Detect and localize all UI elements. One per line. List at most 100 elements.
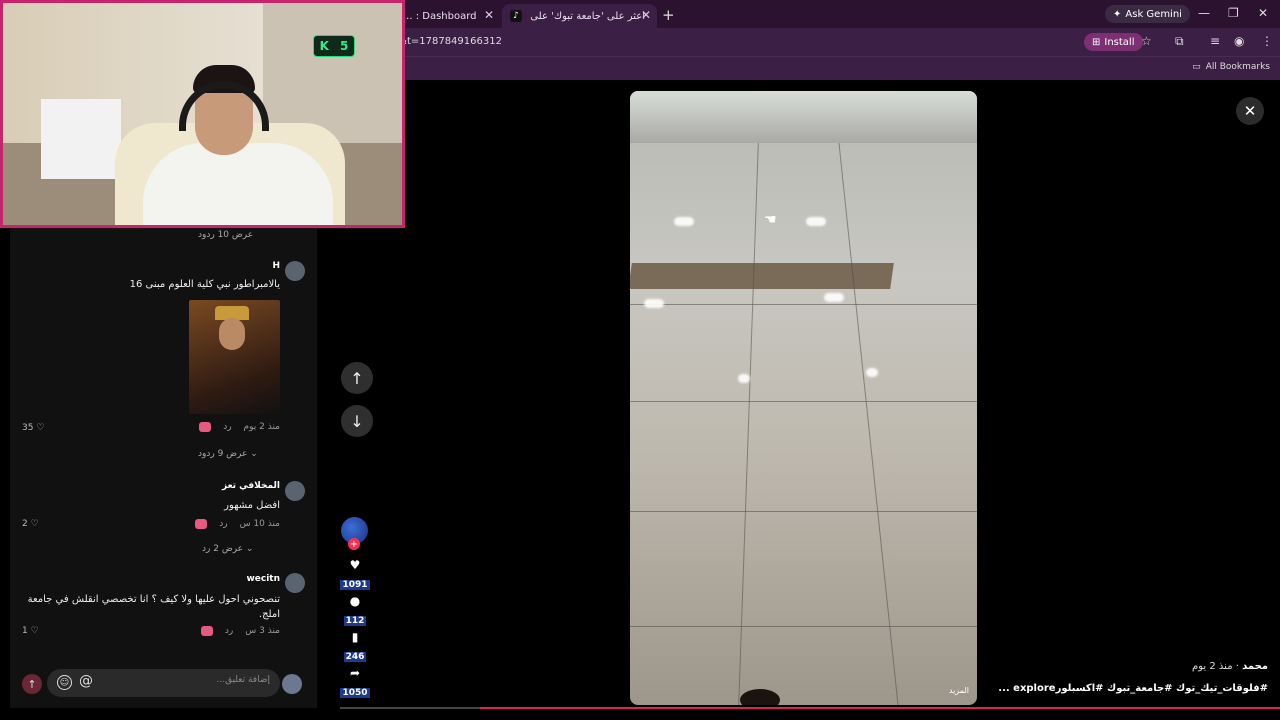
heart-outline-icon: ♡	[30, 626, 39, 636]
comment-count: 112	[343, 616, 367, 626]
video-ceiling-area	[630, 91, 977, 143]
share-count: 1050	[340, 688, 370, 698]
view-replies-label: عرض 2 رد	[202, 544, 244, 554]
view-replies[interactable]: ⌄ عرض 9 ردود	[198, 449, 258, 459]
tile-line	[630, 304, 977, 305]
webcam-desk	[41, 99, 121, 179]
comments-panel: عرض 10 ردود H يالامبراطور نبي كلية العلو…	[10, 228, 317, 708]
comment-input[interactable]	[120, 675, 270, 685]
view-replies-top[interactable]: عرض 10 ردود	[198, 230, 253, 240]
all-bookmarks-button[interactable]: ▭ All Bookmarks	[1192, 62, 1270, 72]
like-count: 1091	[340, 580, 370, 590]
viewer-count: 5	[340, 39, 349, 53]
tab-dashboard[interactable]: ... : Dashboard ✕	[395, 4, 500, 28]
comment-username[interactable]: المخلافي تعز	[222, 481, 280, 491]
emoji-icon[interactable]	[195, 519, 208, 529]
next-video-button[interactable]: ↓	[341, 405, 373, 437]
avatar[interactable]	[285, 573, 305, 593]
comment-input-bar: ☺ @	[47, 669, 280, 697]
comment-image[interactable]	[189, 300, 280, 414]
avatar[interactable]	[285, 261, 305, 281]
kick-viewer-counter: K 5	[313, 35, 355, 57]
emoji-picker-icon[interactable]: ☺	[57, 675, 72, 690]
ask-gemini-button[interactable]: ✦ Ask Gemini	[1105, 5, 1190, 23]
reply-button[interactable]: رد	[225, 626, 233, 636]
video-time-ago: منذ 2 يوم	[1192, 661, 1233, 672]
chevron-down-icon: ⌄	[245, 544, 254, 554]
profile-avatar-icon[interactable]: ◉	[1234, 34, 1244, 48]
mention-icon[interactable]: @	[79, 673, 93, 689]
restore-icon[interactable]: ❐	[1228, 6, 1239, 20]
tile-line	[738, 143, 759, 705]
like-button[interactable]: ♥ 1091	[340, 558, 370, 591]
tile-line	[630, 401, 977, 402]
comment-text: تنصحوني احول عليها ولا كيف ؟ انا تخصصي ا…	[27, 594, 280, 620]
minimize-icon[interactable]: —	[1198, 6, 1210, 20]
comment-time: منذ 3 س	[245, 626, 280, 636]
comment-button[interactable]: ● 112	[340, 594, 370, 627]
folder-icon: ▭	[1192, 62, 1201, 72]
kick-logo-icon: K	[319, 39, 329, 53]
tab-tiktok[interactable]: ♪ اعثر على 'جامعة تبوك' على ... ✕	[502, 4, 657, 28]
avatar[interactable]	[285, 481, 305, 501]
comment-like[interactable]: 1 ♡	[22, 626, 39, 636]
media-controls-icon[interactable]: ≡	[1210, 34, 1220, 48]
address-bar[interactable]: e&t=1787849166312	[393, 36, 502, 47]
window-close-icon[interactable]: ✕	[1258, 6, 1268, 20]
emoji-icon[interactable]	[199, 422, 212, 432]
comment-meta: منذ 2 يوم رد	[199, 422, 280, 432]
save-count: 246	[343, 652, 367, 662]
share-button[interactable]: ➦ 1050	[340, 666, 370, 699]
streamer	[143, 63, 333, 225]
heart-outline-icon: ♡	[36, 423, 45, 433]
save-button[interactable]: ▮ 246	[340, 630, 370, 663]
floor-glare	[866, 368, 878, 377]
install-button[interactable]: ⊞ Install	[1084, 33, 1143, 51]
comment-username[interactable]: wecitn	[246, 574, 280, 584]
close-icon[interactable]: ✕	[641, 8, 651, 22]
comment-like[interactable]: 35 ♡	[22, 423, 44, 433]
close-icon[interactable]: ✕	[484, 8, 494, 22]
video-author-line: محمد · منذ 2 يوم	[1192, 661, 1268, 672]
tile-line	[838, 143, 899, 705]
menu-dots-icon[interactable]: ⋮	[1261, 34, 1273, 48]
follow-plus-icon[interactable]: +	[348, 538, 360, 550]
webcam-overlay: K 5	[0, 0, 405, 228]
tile-line	[630, 626, 977, 627]
extensions-icon[interactable]: ⧉	[1175, 34, 1184, 49]
comment-like[interactable]: 2 ♡	[22, 519, 39, 529]
floor-glare	[806, 217, 826, 226]
video-foot	[740, 689, 780, 705]
view-replies[interactable]: ⌄ عرض 2 رد	[202, 544, 253, 554]
comment-meta: منذ 3 س رد	[200, 626, 280, 636]
more-link[interactable]: المزيد	[949, 686, 969, 695]
previous-video-button[interactable]: ↑	[341, 362, 373, 394]
comment-username[interactable]: H	[272, 261, 280, 271]
close-video-button[interactable]: ✕	[1236, 97, 1264, 125]
send-comment-button[interactable]: ↑	[22, 674, 42, 694]
hand-cursor-icon: ☚	[764, 212, 777, 228]
gemini-sparkle-icon: ✦	[1113, 8, 1122, 20]
video-progress-track[interactable]	[340, 707, 480, 709]
heart-outline-icon: ♡	[30, 519, 39, 529]
bookmark-star-icon[interactable]: ☆	[1141, 34, 1152, 48]
video-author[interactable]: محمد	[1242, 661, 1268, 672]
reply-button[interactable]: رد	[219, 519, 227, 529]
comment-text: افضل مشهور	[224, 500, 280, 511]
video-caption[interactable]: #فلوقات_تيك_توك #جامعة_تبوك #اكسبلورexpl…	[998, 683, 1268, 694]
new-tab-button[interactable]: +	[662, 6, 675, 24]
video-player[interactable]: المزيد	[630, 91, 977, 705]
emoji-icon[interactable]	[200, 626, 213, 636]
heart-icon: ♥	[349, 558, 361, 572]
all-bookmarks-label: All Bookmarks	[1205, 62, 1270, 72]
like-count: 35	[22, 423, 34, 433]
comment-bubble-icon: ●	[349, 594, 361, 608]
separator: ·	[1232, 661, 1239, 672]
like-count: 2	[22, 519, 28, 529]
tiktok-icon: ♪	[510, 10, 522, 22]
comment-text: يالامبراطور نبي كلية العلوم مبنى 16	[129, 279, 280, 290]
reply-button[interactable]: رد	[223, 422, 231, 432]
avatar[interactable]	[282, 674, 302, 694]
video-progress-bar[interactable]	[480, 707, 1280, 709]
floor-glare	[644, 299, 664, 308]
